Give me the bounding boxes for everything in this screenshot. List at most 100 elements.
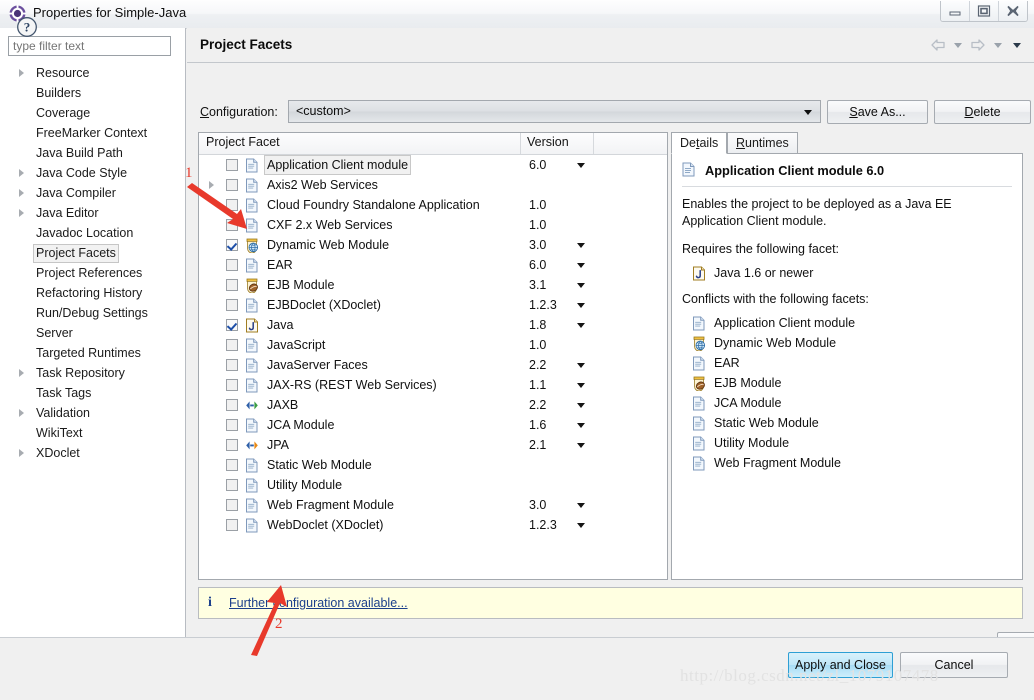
back-arrow-icon[interactable] xyxy=(930,38,946,52)
version-chevron-down-icon[interactable] xyxy=(577,403,585,408)
facet-row[interactable]: Application Client module 6.0 xyxy=(199,155,667,175)
maximize-icon[interactable] xyxy=(970,1,999,21)
version-chevron-down-icon[interactable] xyxy=(577,243,585,248)
sidebar-item-builders[interactable]: Builders xyxy=(0,83,185,103)
version-chevron-down-icon[interactable] xyxy=(577,443,585,448)
help-icon[interactable]: ? xyxy=(16,16,38,41)
facet-row[interactable]: CXF 2.x Web Services 1.0 xyxy=(199,215,667,235)
sidebar-item-task-repository[interactable]: Task Repository xyxy=(0,363,185,383)
facet-version[interactable]: 2.2 xyxy=(529,355,546,375)
facet-checkbox[interactable] xyxy=(226,439,238,451)
sidebar-item-project-facets[interactable]: Project Facets xyxy=(0,243,185,263)
facet-checkbox[interactable] xyxy=(226,159,238,171)
version-chevron-down-icon[interactable] xyxy=(577,423,585,428)
facet-version[interactable]: 2.2 xyxy=(529,395,546,415)
delete-button[interactable]: Delete xyxy=(934,100,1031,124)
minimize-icon[interactable] xyxy=(941,1,970,21)
facet-checkbox[interactable] xyxy=(226,239,238,251)
sidebar-item-targeted-runtimes[interactable]: Targeted Runtimes xyxy=(0,343,185,363)
facet-checkbox[interactable] xyxy=(226,479,238,491)
facet-row[interactable]: EJBDoclet (XDoclet) 1.2.3 xyxy=(199,295,667,315)
facet-row[interactable]: EJB Module 3.1 xyxy=(199,275,667,295)
sidebar-item-javadoc-location[interactable]: Javadoc Location xyxy=(0,223,185,243)
facet-checkbox[interactable] xyxy=(226,499,238,511)
facet-checkbox[interactable] xyxy=(226,179,238,191)
facet-version[interactable]: 3.1 xyxy=(529,275,546,295)
facet-row[interactable]: JAX-RS (REST Web Services) 1.1 xyxy=(199,375,667,395)
facet-checkbox[interactable] xyxy=(226,299,238,311)
sidebar-item-task-tags[interactable]: Task Tags xyxy=(0,383,185,403)
forward-history-caret-icon[interactable] xyxy=(994,42,1002,48)
sidebar-item-server[interactable]: Server xyxy=(0,323,185,343)
sidebar-item-refactoring-history[interactable]: Refactoring History xyxy=(0,283,185,303)
facet-checkbox[interactable] xyxy=(226,199,238,211)
tab-details[interactable]: Details xyxy=(671,132,728,154)
tab-runtimes[interactable]: Runtimes xyxy=(727,132,798,154)
facet-checkbox[interactable] xyxy=(226,399,238,411)
expand-triangle-icon[interactable] xyxy=(19,209,24,217)
column-divider[interactable] xyxy=(593,133,594,154)
sidebar-item-project-references[interactable]: Project References xyxy=(0,263,185,283)
expand-triangle-icon[interactable] xyxy=(19,69,24,77)
facet-version[interactable]: 1.8 xyxy=(529,315,546,335)
forward-arrow-icon[interactable] xyxy=(970,38,986,52)
sidebar-item-java-build-path[interactable]: Java Build Path xyxy=(0,143,185,163)
configuration-combobox[interactable]: <custom> xyxy=(288,100,821,123)
facet-row[interactable]: JavaServer Faces 2.2 xyxy=(199,355,667,375)
save-as-button[interactable]: Save As... xyxy=(827,100,928,124)
version-chevron-down-icon[interactable] xyxy=(577,523,585,528)
sidebar-item-java-code-style[interactable]: Java Code Style xyxy=(0,163,185,183)
facet-version[interactable]: 1.2.3 xyxy=(529,515,557,535)
facet-checkbox[interactable] xyxy=(226,459,238,471)
facet-row[interactable]: Axis2 Web Services xyxy=(199,175,667,195)
expand-triangle-icon[interactable] xyxy=(19,169,24,177)
facet-version[interactable]: 1.2.3 xyxy=(529,295,557,315)
version-chevron-down-icon[interactable] xyxy=(577,263,585,268)
expand-triangle-icon[interactable] xyxy=(19,189,24,197)
facet-row[interactable]: WebDoclet (XDoclet) 1.2.3 xyxy=(199,515,667,535)
facet-row[interactable]: Web Fragment Module 3.0 xyxy=(199,495,667,515)
facet-checkbox[interactable] xyxy=(226,379,238,391)
facet-row[interactable]: JCA Module 1.6 xyxy=(199,415,667,435)
sidebar-item-validation[interactable]: Validation xyxy=(0,403,185,423)
facet-version[interactable]: 3.0 xyxy=(529,495,546,515)
further-configuration-link[interactable]: Further configuration available... xyxy=(229,596,408,610)
facet-checkbox[interactable] xyxy=(226,419,238,431)
sidebar-item-resource[interactable]: Resource xyxy=(0,63,185,83)
facet-row[interactable]: Utility Module xyxy=(199,475,667,495)
version-chevron-down-icon[interactable] xyxy=(577,163,585,168)
version-chevron-down-icon[interactable] xyxy=(577,283,585,288)
expand-triangle-icon[interactable] xyxy=(19,409,24,417)
version-chevron-down-icon[interactable] xyxy=(577,503,585,508)
expand-triangle-icon[interactable] xyxy=(209,181,214,189)
facet-checkbox[interactable] xyxy=(226,319,238,331)
sidebar-item-freemarker-context[interactable]: FreeMarker Context xyxy=(0,123,185,143)
version-chevron-down-icon[interactable] xyxy=(577,323,585,328)
sidebar-item-java-compiler[interactable]: Java Compiler xyxy=(0,183,185,203)
facet-checkbox[interactable] xyxy=(226,259,238,271)
facet-version[interactable]: 3.0 xyxy=(529,235,546,255)
facet-checkbox[interactable] xyxy=(226,519,238,531)
facet-checkbox[interactable] xyxy=(226,279,238,291)
version-chevron-down-icon[interactable] xyxy=(577,303,585,308)
column-header-project-facet[interactable]: Project Facet xyxy=(206,135,280,149)
facet-version[interactable]: 1.0 xyxy=(529,215,546,235)
sidebar-item-xdoclet[interactable]: XDoclet xyxy=(0,443,185,463)
expand-triangle-icon[interactable] xyxy=(19,449,24,457)
column-header-version[interactable]: Version xyxy=(527,135,569,149)
facet-row[interactable]: JAXB 2.2 xyxy=(199,395,667,415)
sidebar-item-java-editor[interactable]: Java Editor xyxy=(0,203,185,223)
facet-row[interactable]: Java 1.8 xyxy=(199,315,667,335)
facet-checkbox[interactable] xyxy=(226,219,238,231)
facet-version[interactable]: 6.0 xyxy=(529,155,546,175)
version-chevron-down-icon[interactable] xyxy=(577,383,585,388)
sidebar-item-run-debug-settings[interactable]: Run/Debug Settings xyxy=(0,303,185,323)
column-divider[interactable] xyxy=(520,133,521,154)
sidebar-item-coverage[interactable]: Coverage xyxy=(0,103,185,123)
facet-version[interactable]: 1.6 xyxy=(529,415,546,435)
facet-row[interactable]: Static Web Module xyxy=(199,455,667,475)
facet-version[interactable]: 1.0 xyxy=(529,195,546,215)
facet-version[interactable]: 2.1 xyxy=(529,435,546,455)
facet-row[interactable]: JavaScript 1.0 xyxy=(199,335,667,355)
version-chevron-down-icon[interactable] xyxy=(577,363,585,368)
